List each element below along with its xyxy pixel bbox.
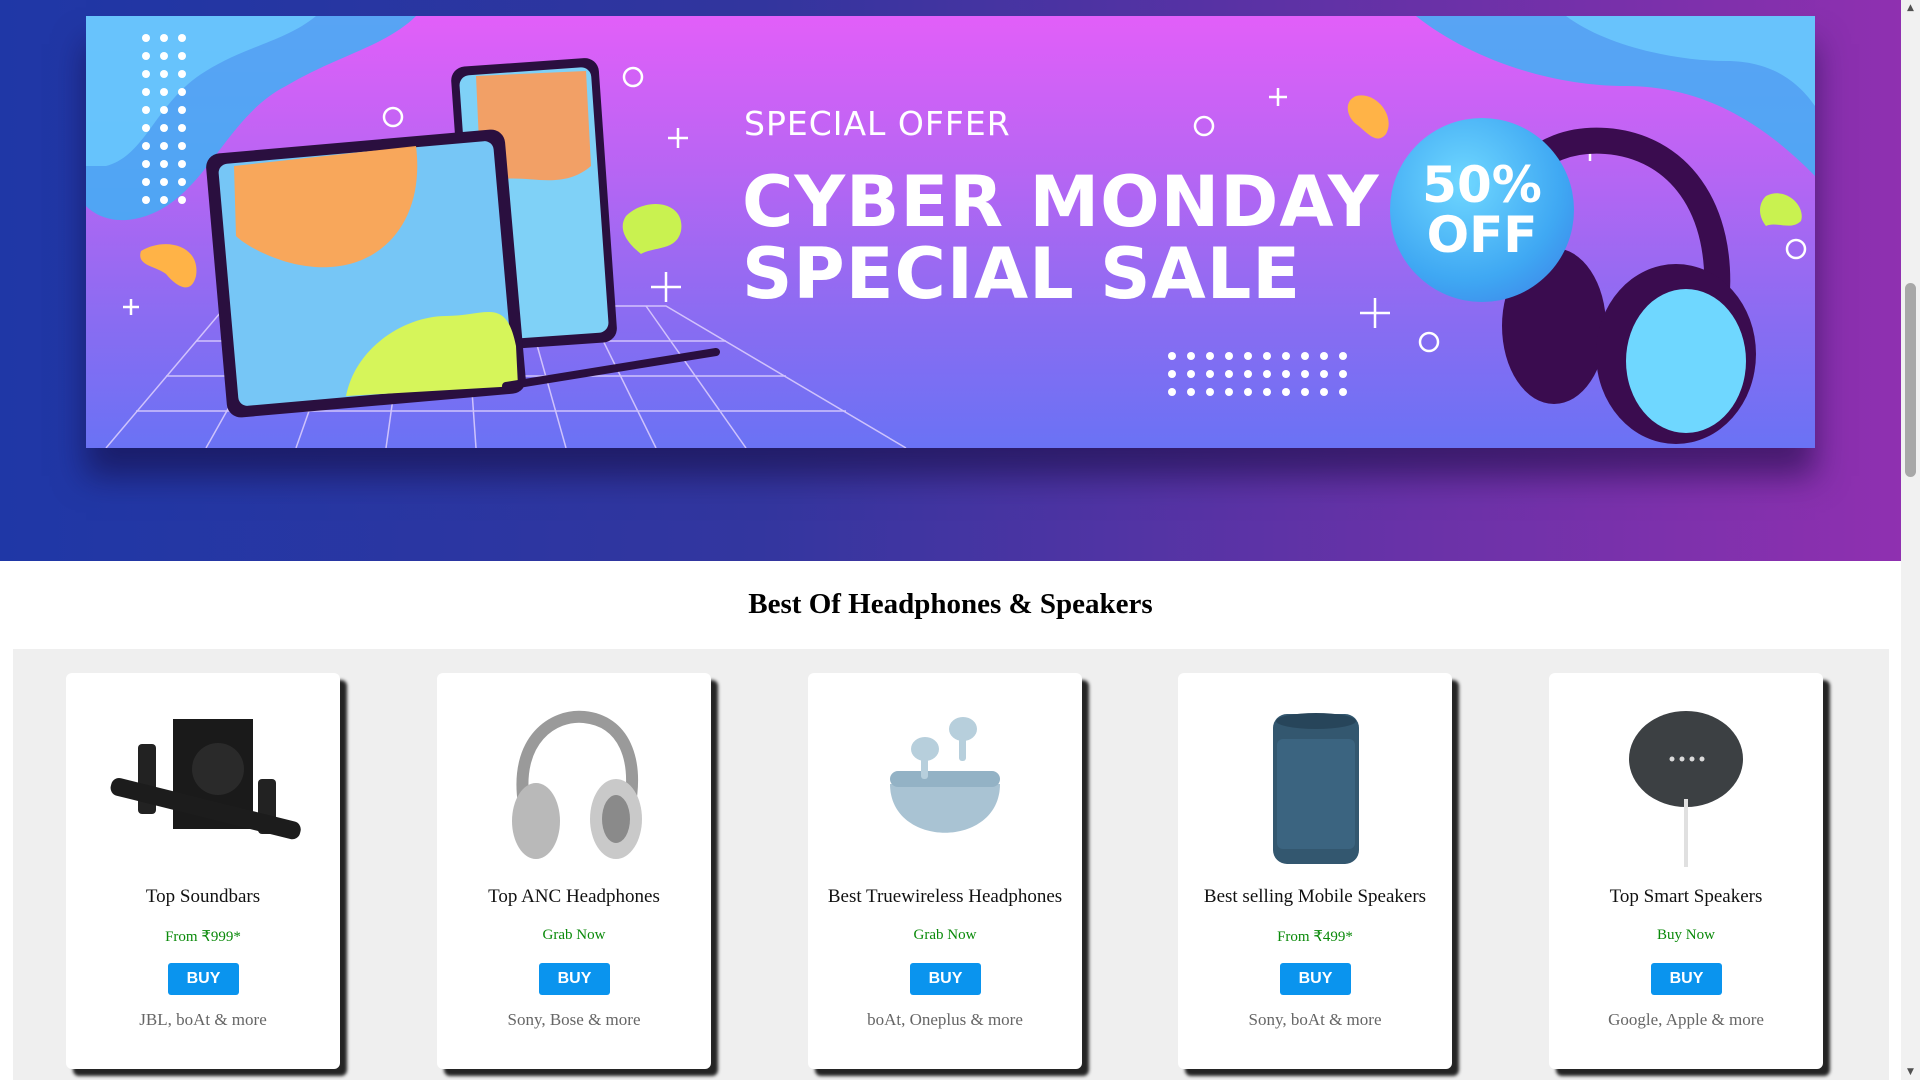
chevron-up-icon[interactable]: ▲ xyxy=(1901,0,1920,16)
promo-banner[interactable]: SPECIAL OFFER CYBER MONDAY SPECIAL SALE … xyxy=(86,16,1815,448)
product-name: Best Truewireless Headphones xyxy=(827,886,1063,907)
buy-button[interactable]: BUY xyxy=(1280,963,1351,995)
buy-button[interactable]: BUY xyxy=(910,963,981,995)
product-carousel: Top Soundbars From ₹999* BUY JBL, boAt &… xyxy=(13,649,1889,1080)
product-brands: boAt, Oneplus & more xyxy=(867,1010,1023,1029)
product-card[interactable]: Best selling Mobile Speakers From ₹499* … xyxy=(1178,673,1452,1069)
product-name: Top ANC Headphones xyxy=(488,886,660,907)
product-card[interactable]: Top ANC Headphones Grab Now BUY Sony, Bo… xyxy=(437,673,711,1069)
headphones-icon xyxy=(512,710,642,859)
product-price: Buy Now xyxy=(1657,927,1715,943)
product-brands: Sony, boAt & more xyxy=(1248,1010,1382,1029)
vertical-scrollbar[interactable]: ▲ ▼ xyxy=(1901,0,1920,1080)
product-brands: Sony, Bose & more xyxy=(507,1010,641,1029)
product-card[interactable]: Best Truewireless Headphones Grab Now BU… xyxy=(808,673,1082,1069)
banner-headline-line2: SPECIAL SALE xyxy=(742,233,1302,315)
banner-headline: CYBER MONDAY SPECIAL SALE xyxy=(742,166,1380,310)
product-name: Top Soundbars xyxy=(145,886,261,907)
buy-button[interactable]: BUY xyxy=(168,963,239,995)
product-brands: Google, Apple & more xyxy=(1608,1010,1764,1029)
product-card[interactable]: Top Soundbars From ₹999* BUY JBL, boAt &… xyxy=(66,673,340,1069)
product-price: Grab Now xyxy=(542,927,606,943)
product-price: Grab Now xyxy=(913,927,977,943)
discount-badge-line2: OFF xyxy=(1426,206,1538,264)
discount-badge: 50% OFF xyxy=(1390,118,1574,302)
banner-subtitle: SPECIAL OFFER xyxy=(744,104,1011,143)
page: SPECIAL OFFER CYBER MONDAY SPECIAL SALE … xyxy=(0,0,1901,1080)
speaker-icon xyxy=(1273,713,1359,864)
product-price: From ₹499* xyxy=(1277,929,1353,945)
section-title: Best Of Headphones & Speakers xyxy=(748,588,1153,620)
smart-speaker-icon xyxy=(1629,711,1743,867)
earbuds-icon xyxy=(890,717,1000,833)
product-name: Top Smart Speakers xyxy=(1609,886,1763,907)
product-brands: JBL, boAt & more xyxy=(139,1010,267,1029)
chevron-down-icon[interactable]: ▼ xyxy=(1901,1064,1920,1080)
soundbar-icon xyxy=(110,719,301,840)
hero-section: SPECIAL OFFER CYBER MONDAY SPECIAL SALE … xyxy=(0,0,1901,561)
product-card[interactable]: Top Smart Speakers Buy Now BUY Google, A… xyxy=(1549,673,1823,1069)
discount-badge-line1: 50% xyxy=(1422,156,1542,214)
scrollbar-thumb[interactable] xyxy=(1905,283,1916,477)
buy-button[interactable]: BUY xyxy=(1651,963,1722,995)
product-price: From ₹999* xyxy=(165,929,241,945)
product-name: Best selling Mobile Speakers xyxy=(1203,886,1427,907)
banner-headline-line1: CYBER MONDAY xyxy=(742,161,1380,243)
tablet-icon xyxy=(206,129,526,418)
buy-button[interactable]: BUY xyxy=(539,963,610,995)
